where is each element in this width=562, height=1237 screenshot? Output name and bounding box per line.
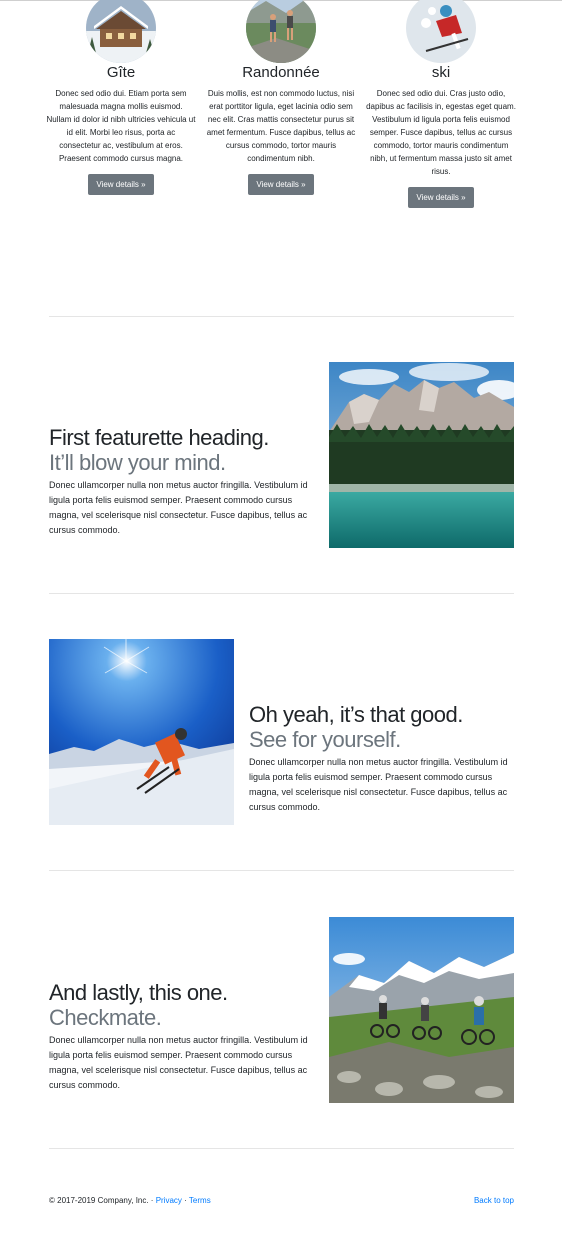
- featurette-1-subtitle: It’ll blow your mind.: [49, 450, 226, 475]
- randonnee-image: [246, 0, 316, 63]
- ski-text: Donec sed odio dui. Cras justo odio, dap…: [366, 89, 516, 176]
- terms-link[interactable]: Terms: [189, 1196, 211, 1205]
- gite-text: Donec sed odio dui. Etiam porta sem male…: [46, 89, 196, 163]
- marketing-col-ski: ski Donec sed odio dui. Cras justo odio,…: [366, 0, 516, 208]
- featurette-divider: [49, 1148, 514, 1149]
- featurette-2-heading: Oh yeah, it’s that good. See for yoursel…: [249, 702, 519, 752]
- featurette-3-text-block: And lastly, this one. Checkmate. Donec u…: [49, 980, 319, 1093]
- featurette-1-title: First featurette heading.: [49, 425, 269, 450]
- marketing-col-randonnee: Randonnée Duis mollis, est non commodo l…: [206, 0, 356, 195]
- featurette-1-image: [329, 362, 514, 548]
- copyright-text: © 2017-2019 Company, Inc. ·: [49, 1196, 154, 1205]
- featurette-1-lead: Donec ullamcorper nulla non metus auctor…: [49, 480, 308, 535]
- featurette-2-lead: Donec ullamcorper nulla non metus auctor…: [249, 757, 508, 812]
- featurette-1-heading: First featurette heading. It’ll blow you…: [49, 425, 319, 475]
- featurette-3-heading: And lastly, this one. Checkmate.: [49, 980, 319, 1030]
- featurette-3-title: And lastly, this one.: [49, 980, 228, 1005]
- featurette-1-text-block: First featurette heading. It’ll blow you…: [49, 425, 319, 538]
- view-details-button-randonnee[interactable]: View details »: [248, 174, 314, 195]
- footer: © 2017-2019 Company, Inc. · Privacy · Te…: [49, 1195, 514, 1207]
- featurette-3-image: [329, 917, 514, 1103]
- footer-separator: ·: [184, 1196, 187, 1205]
- randonnee-text: Duis mollis, est non commodo luctus, nis…: [206, 89, 356, 163]
- gite-image: [86, 0, 156, 63]
- randonnee-heading: Randonnée: [242, 64, 320, 81]
- privacy-link[interactable]: Privacy: [156, 1196, 182, 1205]
- featurette-3-lead: Donec ullamcorper nulla non metus auctor…: [49, 1035, 308, 1090]
- back-to-top-link[interactable]: Back to top: [474, 1195, 514, 1207]
- marketing-col-gite: Gîte Donec sed odio dui. Etiam porta sem…: [46, 0, 196, 195]
- gite-heading: Gîte: [106, 64, 136, 81]
- view-details-button-gite[interactable]: View details »: [88, 174, 154, 195]
- featurette-2-text-block: Oh yeah, it’s that good. See for yoursel…: [249, 702, 519, 815]
- featurette-divider: [49, 593, 514, 594]
- ski-image: [406, 0, 476, 63]
- view-details-button-ski[interactable]: View details »: [408, 187, 474, 208]
- featurette-divider: [49, 316, 514, 317]
- featurette-2-image: [49, 639, 234, 825]
- featurette-2-title: Oh yeah, it’s that good.: [249, 702, 463, 727]
- ski-heading: ski: [431, 64, 451, 81]
- featurette-divider: [49, 870, 514, 871]
- featurette-3-subtitle: Checkmate.: [49, 1005, 162, 1030]
- featurette-2-subtitle: See for yourself.: [249, 727, 401, 752]
